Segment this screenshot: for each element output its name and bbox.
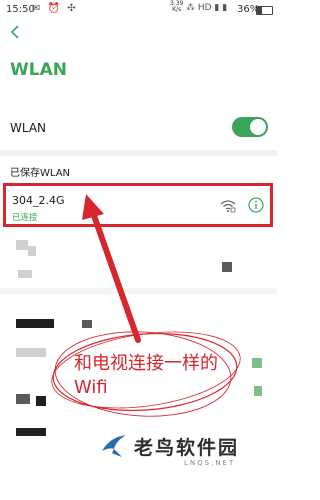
network-name: 304_2.4G [12, 194, 65, 207]
redacted-block [252, 358, 262, 368]
watermark-text: 老鸟软件园 [134, 437, 240, 459]
status-time: 15:50 [6, 4, 35, 15]
info-icon[interactable] [248, 197, 264, 213]
back-icon[interactable] [8, 22, 24, 42]
wifi-signal-icon [220, 198, 236, 213]
annotation-text: 和电视连接一样的Wifi [74, 353, 218, 398]
saved-network-item[interactable]: 304_2.4G 已连接 [3, 183, 273, 227]
section-divider [0, 150, 277, 156]
wlan-toggle-switch[interactable] [232, 117, 268, 137]
redacted-block [16, 348, 46, 357]
watermark-subtext: LNQS.NET [184, 459, 236, 467]
battery-icon [256, 6, 273, 15]
redacted-block [16, 319, 54, 328]
redacted-block [222, 262, 232, 272]
page-title: WLAN [10, 60, 67, 80]
redacted-block [16, 240, 28, 250]
redacted-block [28, 246, 36, 256]
network-speed: 3.39 K/s [170, 1, 183, 13]
redacted-block [36, 396, 46, 406]
wlan-toggle-row[interactable]: WLAN [0, 112, 277, 146]
redacted-block [18, 270, 32, 278]
network-status: 已连接 [12, 213, 38, 223]
redacted-block [16, 394, 30, 404]
toggle-knob [250, 119, 266, 135]
watermark: 老鸟软件园 LNQS.NET [100, 429, 270, 479]
redacted-block [16, 428, 46, 436]
notification-icons: ✉ ⏰ ✣ [32, 3, 78, 14]
saved-section-title: 已保存WLAN [10, 168, 71, 179]
battery-fill [257, 7, 263, 14]
signal-icons: ⁂ HD ▮ ▮ [186, 3, 228, 13]
wlan-toggle-label: WLAN [10, 121, 47, 135]
section-divider [0, 288, 277, 294]
redacted-block [254, 386, 262, 396]
network-speed-unit: K/s [172, 6, 182, 13]
bird-logo-icon [100, 431, 128, 459]
redacted-block [82, 320, 92, 328]
status-bar: 15:50 ✉ ⏰ ✣ 3.39 K/s ⁂ HD ▮ ▮ 36% [0, 0, 277, 20]
